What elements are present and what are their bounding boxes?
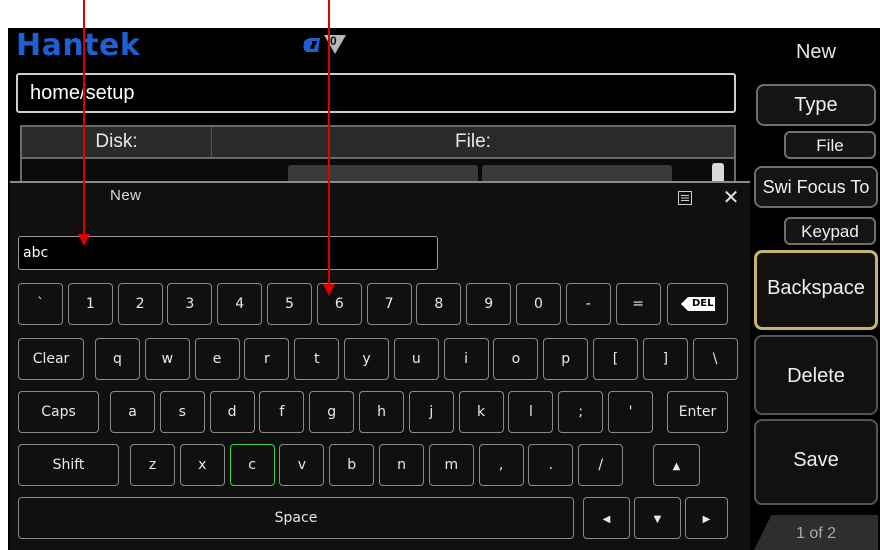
key-symbol[interactable]: , [478,444,524,486]
key-d[interactable]: d [209,391,255,433]
key-0[interactable]: 0 [516,283,561,325]
key-f[interactable]: f [259,391,305,433]
focus-value: Keypad [784,217,876,245]
key-z[interactable]: z [130,444,175,486]
page-indicator[interactable]: 1 of 2 [754,515,878,550]
key-symbol[interactable]: / [578,444,624,486]
key-x[interactable]: x [179,444,225,486]
key-6[interactable]: 6 [316,283,362,325]
dialog-menu-icon[interactable] [678,191,692,205]
key-o[interactable]: o [493,338,539,380]
caps-key[interactable]: Caps [18,391,99,433]
key-symbol[interactable]: \ [692,338,738,380]
key-e[interactable]: e [194,338,240,380]
status-icons: 0 [300,32,370,58]
key-w[interactable]: w [144,338,190,380]
key-7[interactable]: 7 [366,283,412,325]
key-m[interactable]: m [428,444,474,486]
brand-logo: Hantek [16,28,141,63]
top-margin [0,0,880,28]
key-symbol[interactable]: ` [18,283,63,325]
file-column-header: File: [455,131,491,152]
dialog-titlebar: New ✕ [10,183,750,215]
space-key[interactable]: Space [18,497,574,539]
arrow-right-key[interactable]: ▶ [685,497,728,539]
arrow-down-key[interactable]: ▼ [634,497,681,539]
key-2[interactable]: 2 [117,283,163,325]
arrow-right-icon: ▶ [702,514,711,525]
dialog-title: New [110,187,142,204]
scope-screen: Hantek 0 home/setup Disk: File: New Type… [8,28,880,550]
close-icon[interactable]: ✕ [718,185,744,211]
key-g[interactable]: g [309,391,355,433]
key-b[interactable]: b [329,444,375,486]
key-r[interactable]: r [244,338,290,380]
arrow-up-key[interactable]: ▲ [653,444,700,486]
key-s[interactable]: s [159,391,205,433]
key-symbol[interactable]: - [565,283,611,325]
shift-key[interactable]: Shift [18,444,119,486]
key-symbol[interactable]: . [528,444,574,486]
key-h[interactable]: h [359,391,404,433]
key-l[interactable]: l [508,391,554,433]
type-value: File [784,131,876,159]
key-k[interactable]: k [458,391,504,433]
key-j[interactable]: j [408,391,454,433]
arrow-left-icon: ◀ [602,514,611,525]
save-button[interactable]: Save [754,419,878,505]
key-symbol[interactable]: = [615,283,661,325]
key-symbol[interactable]: ] [642,338,688,380]
enter-key[interactable]: Enter [667,391,728,433]
keyboard-dialog: New ✕ abc DEL Clear Caps Enter Shift ▲ S… [10,181,750,550]
key-y[interactable]: y [344,338,389,380]
delete-button[interactable]: Delete [754,335,878,415]
key-a[interactable]: a [110,391,155,433]
clear-key[interactable]: Clear [18,338,84,380]
key-1[interactable]: 1 [67,283,113,325]
key-t[interactable]: t [294,338,340,380]
key-3[interactable]: 3 [167,283,213,325]
key-symbol[interactable]: ' [608,391,653,433]
key-4[interactable]: 4 [217,283,263,325]
key-q[interactable]: q [95,338,140,380]
key-i[interactable]: i [443,338,489,380]
menu-title: New [795,41,836,63]
type-button[interactable]: Type [756,84,876,126]
key-9[interactable]: 9 [466,283,512,325]
disk-column-header: Disk: [22,127,212,157]
key-8[interactable]: 8 [416,283,462,325]
arrow-up-icon: ▲ [672,461,681,472]
key-symbol[interactable]: ; [558,391,604,433]
switch-focus-button[interactable]: Swi Focus To [754,166,878,208]
file-browser-header: Disk: File: [20,125,736,159]
key-v[interactable]: v [279,444,325,486]
key-5[interactable]: 5 [267,283,312,325]
badge-count: 0 [330,34,337,48]
switch-focus-label: Swi Focus To [762,177,870,197]
arrow-left-key[interactable]: ◀ [583,497,630,539]
key-u[interactable]: u [393,338,439,380]
backspace-button[interactable]: Backspace [754,250,878,330]
key-c[interactable]: c [229,444,275,486]
name-input[interactable]: abc [18,236,438,270]
key-p[interactable]: p [543,338,589,380]
arrow-down-icon: ▼ [653,514,662,525]
del-key-label: DEL [692,298,714,309]
key-n[interactable]: n [379,444,424,486]
key-symbol[interactable]: [ [593,338,638,380]
type-label: Type [794,94,838,116]
del-key[interactable]: DEL [667,283,728,325]
path-field[interactable]: home/setup [16,73,736,113]
